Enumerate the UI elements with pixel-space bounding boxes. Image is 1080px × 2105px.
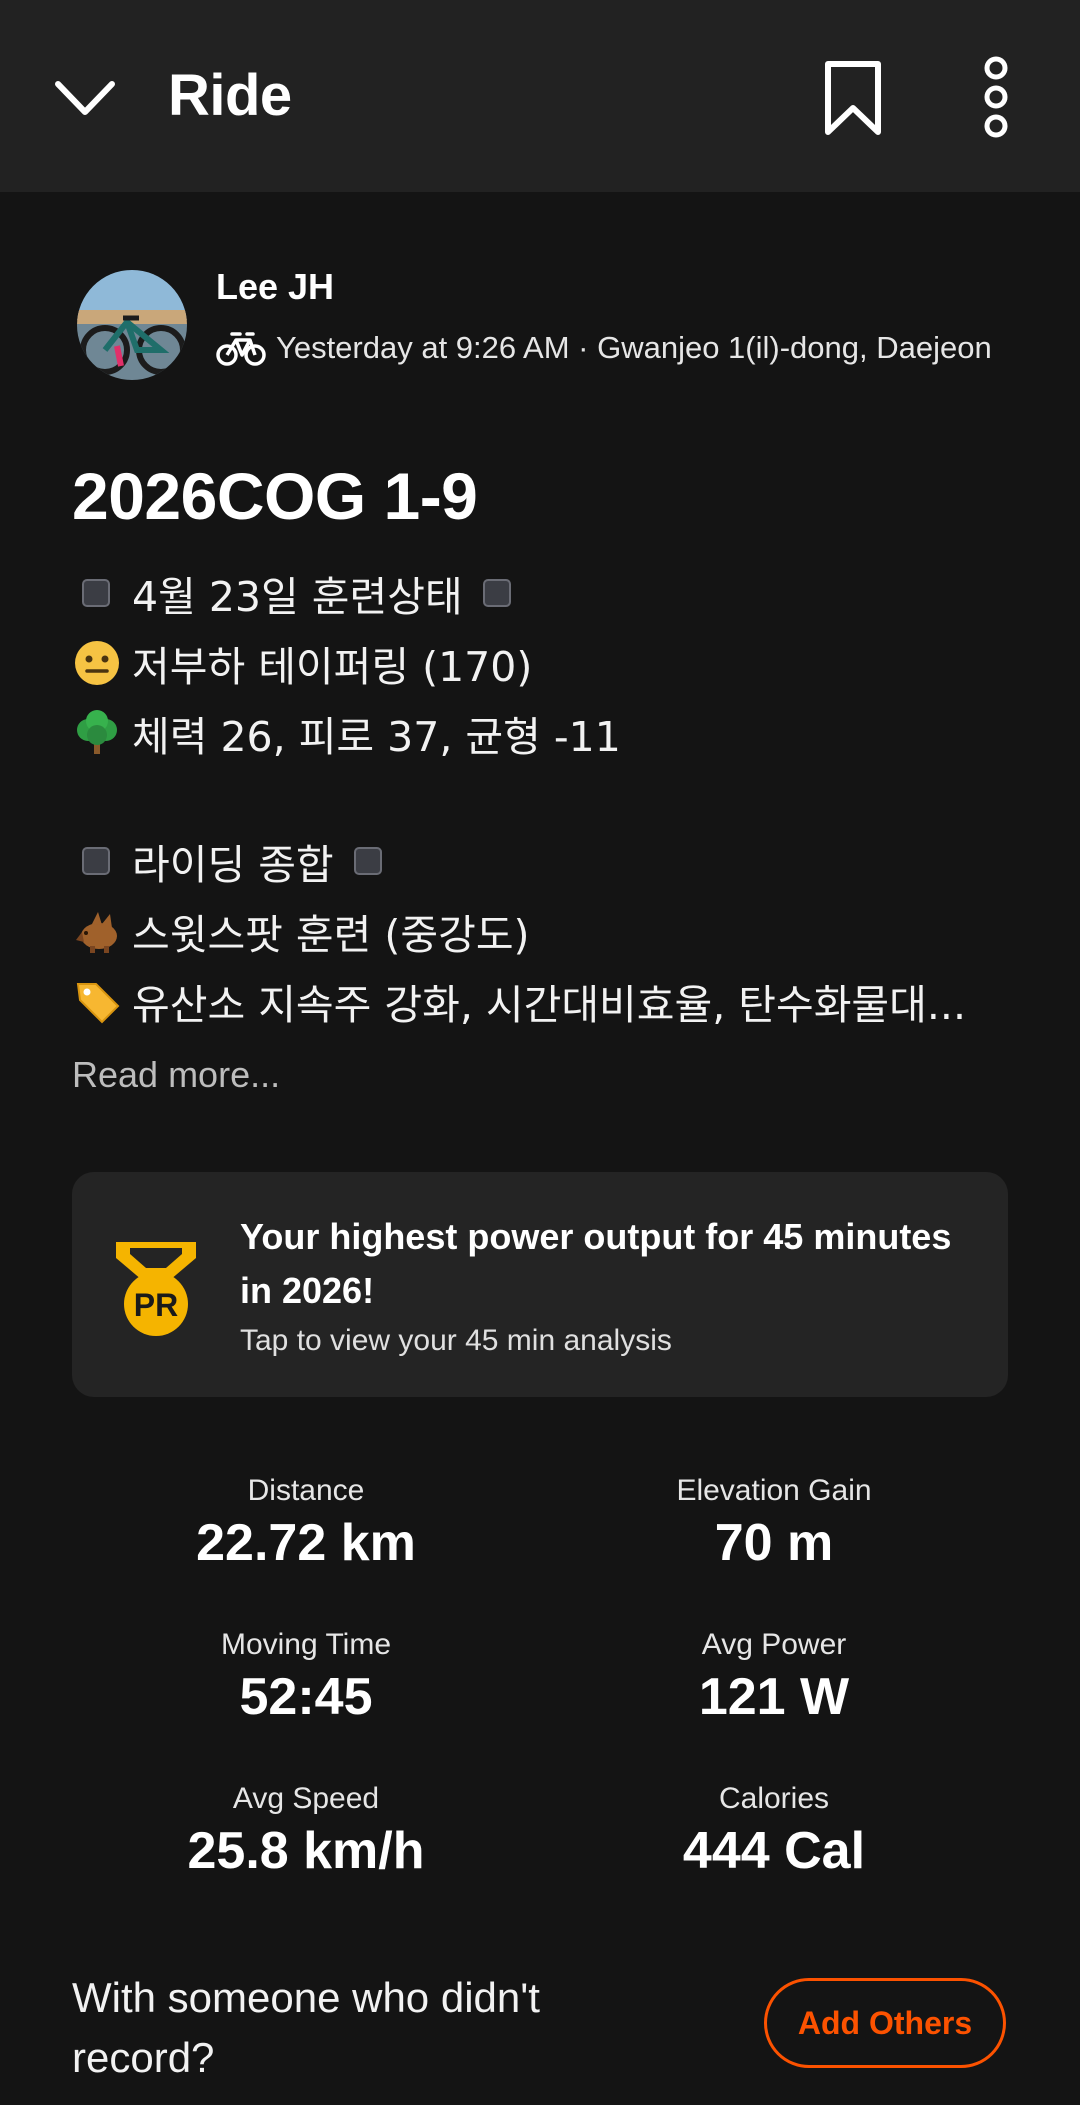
- description-text: 라이딩 종합: [132, 841, 334, 889]
- stat-value: 52:45: [239, 1668, 373, 1726]
- avatar[interactable]: [77, 270, 187, 380]
- description-text: 체력 26, 피로 37, 균형 -11: [132, 713, 621, 761]
- activity-meta: Yesterday at 9:26 AM · Gwanjeo 1(il)-don…: [216, 326, 992, 370]
- more-options-button[interactable]: [970, 54, 1022, 140]
- stat-label: Calories: [718, 1782, 830, 1815]
- description-line: 스윗스팟 훈련 (중강도): [72, 896, 1012, 966]
- label-tag-icon: [76, 983, 120, 1024]
- neutral-face-icon: [75, 641, 119, 685]
- tree-icon: [77, 710, 117, 754]
- stat-value: 121 W: [698, 1668, 850, 1726]
- description-text: 스윗스팟 훈련 (중강도): [132, 911, 530, 959]
- stat-value: 444 Cal: [682, 1822, 866, 1880]
- back-button[interactable]: [50, 70, 120, 130]
- pr-medal-icon: PR: [116, 1242, 196, 1336]
- description-line: 유산소 지속주 강화, 시간대비효율, 탄수화물대...: [72, 966, 1012, 1036]
- pr-badge-text: PR: [134, 1287, 178, 1323]
- activity-title: 2026COG 1-9: [72, 459, 478, 533]
- stat-value: 22.72 km: [196, 1514, 416, 1572]
- athlete-name[interactable]: Lee JH: [216, 266, 334, 308]
- stat-label: Avg Speed: [232, 1782, 380, 1815]
- more-vertical-icon: [984, 56, 1008, 138]
- boar-icon: [76, 912, 117, 953]
- black-square-icon: [82, 579, 110, 607]
- description-text: 4월 23일 훈련상태: [132, 573, 463, 621]
- stat-label: Moving Time: [220, 1628, 392, 1661]
- description-line: 체력 26, 피로 37, 균형 -11: [72, 698, 1012, 768]
- chevron-down-icon: [55, 81, 115, 115]
- stat-label: Elevation Gain: [676, 1474, 872, 1507]
- stat-avg-speed: Avg Speed 25.8 km/h: [86, 1778, 526, 1882]
- read-more-link[interactable]: Read more...: [72, 1054, 280, 1096]
- bike-icon: [216, 332, 266, 366]
- description-text: 유산소 지속주 강화, 시간대비효율, 탄수화물대...: [132, 981, 966, 1029]
- black-square-icon: [353, 847, 382, 875]
- stat-calories: Calories 444 Cal: [554, 1778, 994, 1882]
- pr-subtitle: Tap to view your 45 min analysis: [240, 1324, 672, 1357]
- group-prompt: With someone who didn't record?: [72, 1974, 540, 2081]
- description-line: 라이딩 종합: [72, 826, 1012, 896]
- activity-date-location: Yesterday at 9:26 AM · Gwanjeo 1(il)-don…: [276, 330, 992, 365]
- stat-label: Avg Power: [701, 1628, 847, 1661]
- stat-value: 70 m: [714, 1514, 834, 1572]
- add-others-button[interactable]: Add Others: [764, 1978, 1006, 2068]
- activity-description: 4월 23일 훈련상태 저부하 테이퍼링 (170) 체력 26, 피로 37,…: [72, 558, 1012, 1036]
- bookmark-icon: [825, 61, 881, 135]
- pr-title: Your highest power output for 45 minutes…: [240, 1216, 952, 1311]
- pr-achievement-card[interactable]: PR Your highest power output for 45 minu…: [72, 1172, 1008, 1397]
- black-square-icon: [482, 579, 511, 607]
- stat-elevation-gain: Elevation Gain 70 m: [554, 1470, 994, 1574]
- stat-value: 25.8 km/h: [187, 1822, 425, 1880]
- description-line: 4월 23일 훈련상태: [72, 558, 1012, 628]
- bookmark-button[interactable]: [818, 58, 888, 138]
- description-text: 저부하 테이퍼링 (170): [132, 643, 533, 691]
- page-title: Ride: [168, 63, 292, 128]
- avatar-photo: [77, 270, 187, 380]
- black-square-icon: [82, 847, 110, 875]
- stat-label: Distance: [247, 1474, 365, 1507]
- stat-avg-power: Avg Power 121 W: [554, 1624, 994, 1728]
- top-bar: Ride: [0, 0, 1080, 192]
- stat-moving-time: Moving Time 52:45: [86, 1624, 526, 1728]
- stat-distance: Distance 22.72 km: [86, 1470, 526, 1574]
- description-line: 저부하 테이퍼링 (170): [72, 628, 1012, 698]
